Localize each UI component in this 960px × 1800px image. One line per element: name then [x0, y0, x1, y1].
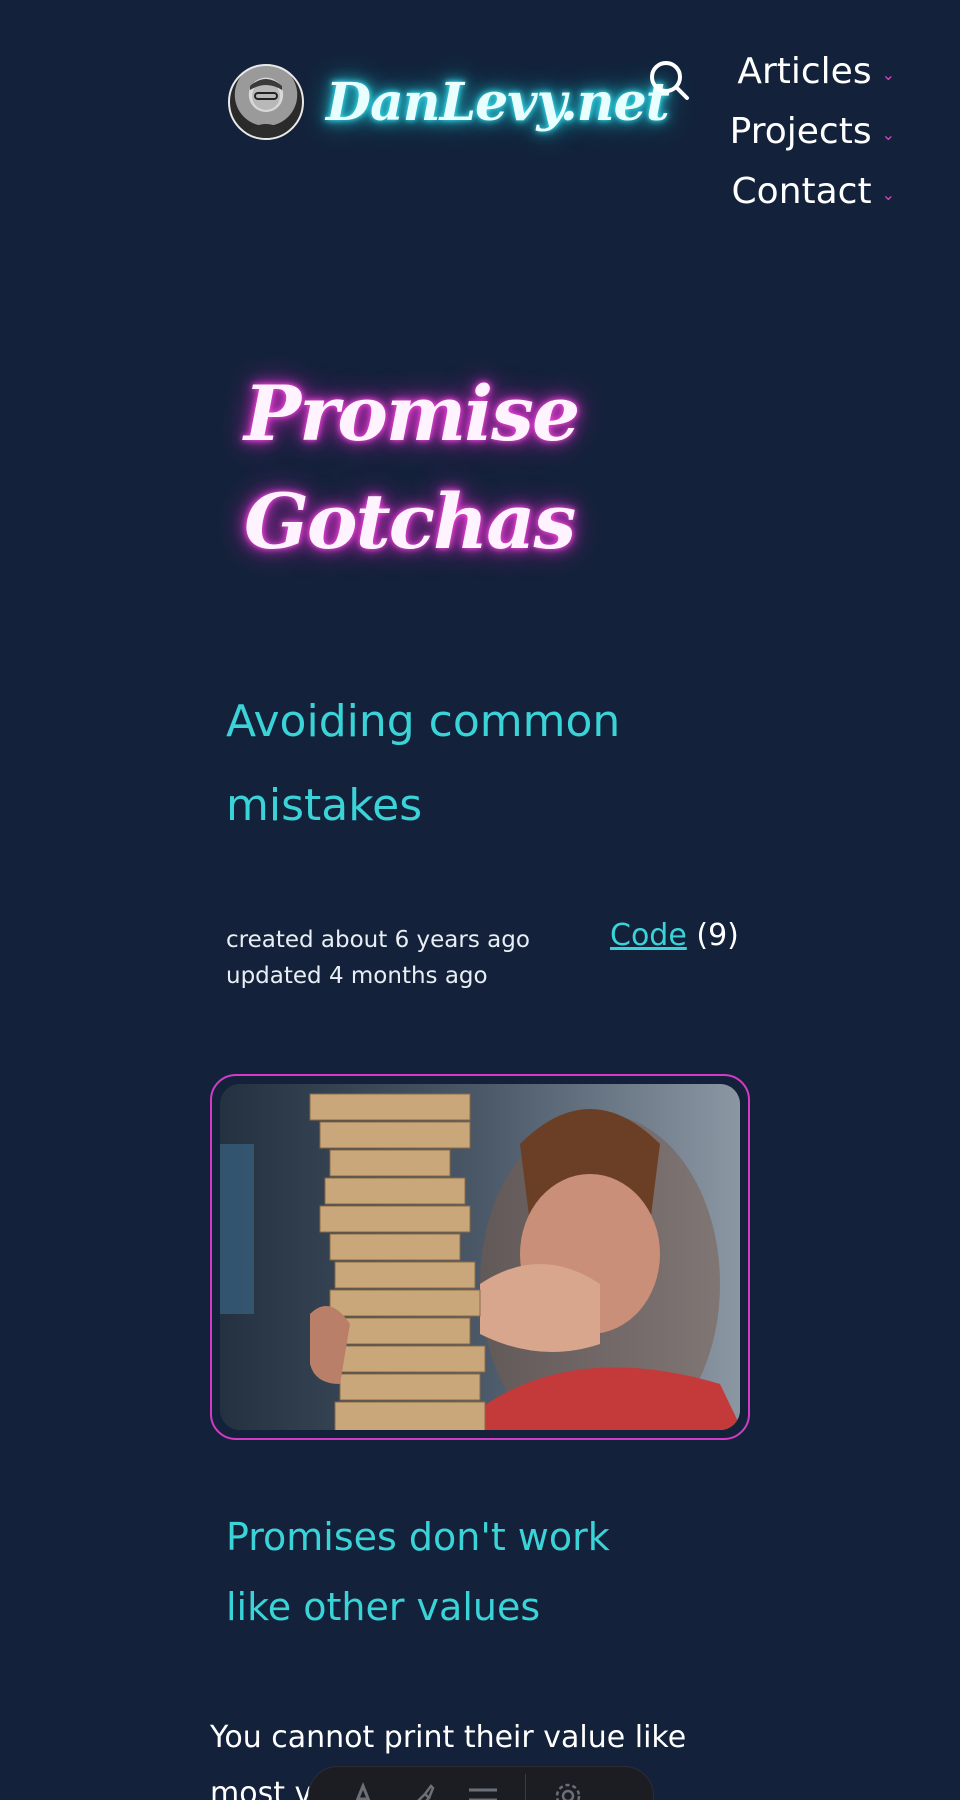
post-meta: created about 6 years ago updated 4 mont…	[226, 922, 530, 994]
created-date: created about 6 years ago	[226, 927, 530, 953]
section-heading: Promises don't work like other values	[226, 1515, 610, 1629]
category-link[interactable]: Code	[610, 918, 687, 953]
main-nav: Articles ⌄ Projects ⌄ Contact ⌄	[720, 42, 895, 222]
post-subtitle: Avoiding common mistakes	[226, 696, 621, 831]
nav-item-articles[interactable]: Articles ⌄	[720, 42, 895, 102]
hero-image-frame	[210, 1074, 750, 1440]
site-title[interactable]: DanLevy.net	[326, 72, 670, 133]
title-line-2: Gotchas	[244, 477, 576, 566]
jenga-photo-icon	[220, 1084, 740, 1430]
chevron-down-icon: ⌄	[881, 65, 895, 84]
menu-icon[interactable]	[453, 1776, 513, 1800]
updated-date: updated 4 months ago	[226, 963, 488, 989]
nav-item-label: Contact	[731, 171, 872, 212]
page: DanLevy.net Articles ⌄ Projects ⌄ Contac…	[0, 0, 960, 1800]
avatar	[228, 64, 304, 140]
nav-item-contact[interactable]: Contact ⌄	[720, 162, 895, 222]
chevron-down-icon: ⌄	[881, 125, 895, 144]
chevron-down-icon: ⌄	[881, 185, 895, 204]
search-icon	[650, 61, 689, 100]
nav-item-label: Projects	[729, 111, 872, 152]
text-size-icon[interactable]	[333, 1776, 393, 1800]
hero-image	[220, 1084, 740, 1430]
site-logo[interactable]: DanLevy.net	[228, 64, 670, 140]
avatar-portrait-icon	[240, 79, 292, 138]
toolbar-divider	[525, 1774, 526, 1800]
page-title: Promise Gotchas	[244, 360, 604, 576]
brush-icon[interactable]	[393, 1776, 453, 1800]
settings-icon[interactable]	[538, 1776, 598, 1800]
title-line-1: Promise	[244, 369, 580, 458]
category-tag: Code (9)	[610, 918, 739, 953]
search-button[interactable]	[645, 56, 695, 106]
floating-toolbar	[308, 1766, 654, 1800]
nav-item-label: Articles	[737, 51, 872, 92]
category-count: (9)	[696, 918, 739, 953]
nav-item-projects[interactable]: Projects ⌄	[720, 102, 895, 162]
